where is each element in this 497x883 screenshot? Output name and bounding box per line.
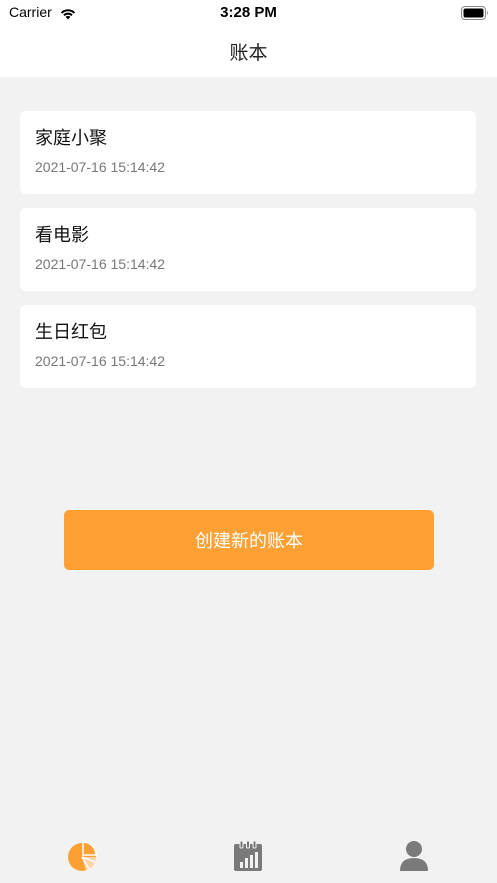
screen: Carrier 3:28 PM 账本 家庭小聚 2021-07-16 15:14…	[0, 0, 497, 883]
tab-bar	[0, 830, 497, 883]
pie-chart-icon	[67, 840, 99, 880]
page-title: 账本	[229, 42, 268, 64]
book-name: 家庭小聚	[35, 128, 107, 149]
book-time: 2021-07-16 15:14:42	[35, 353, 165, 369]
book-name: 生日红包	[35, 322, 107, 343]
create-book-button[interactable]: 创建新的账本	[64, 510, 434, 570]
book-list: 家庭小聚 2021-07-16 15:14:42 看电影 2021-07-16 …	[20, 111, 476, 402]
book-time: 2021-07-16 15:14:42	[35, 159, 165, 175]
book-time: 2021-07-16 15:14:42	[35, 256, 165, 272]
book-item[interactable]: 生日红包 2021-07-16 15:14:42	[20, 305, 476, 388]
tab-books[interactable]	[0, 830, 165, 880]
stats-calendar-icon	[233, 840, 263, 880]
nav-bar: 账本	[0, 26, 497, 77]
book-item[interactable]: 看电影 2021-07-16 15:14:42	[20, 208, 476, 291]
book-item[interactable]: 家庭小聚 2021-07-16 15:14:42	[20, 111, 476, 194]
status-time: 3:28 PM	[220, 4, 277, 21]
battery-icon	[461, 5, 489, 24]
tab-statistics[interactable]	[166, 830, 331, 880]
book-name: 看电影	[35, 225, 89, 246]
status-bar: Carrier 3:28 PM	[0, 0, 497, 26]
user-icon	[399, 840, 429, 880]
tab-profile[interactable]	[332, 830, 497, 880]
